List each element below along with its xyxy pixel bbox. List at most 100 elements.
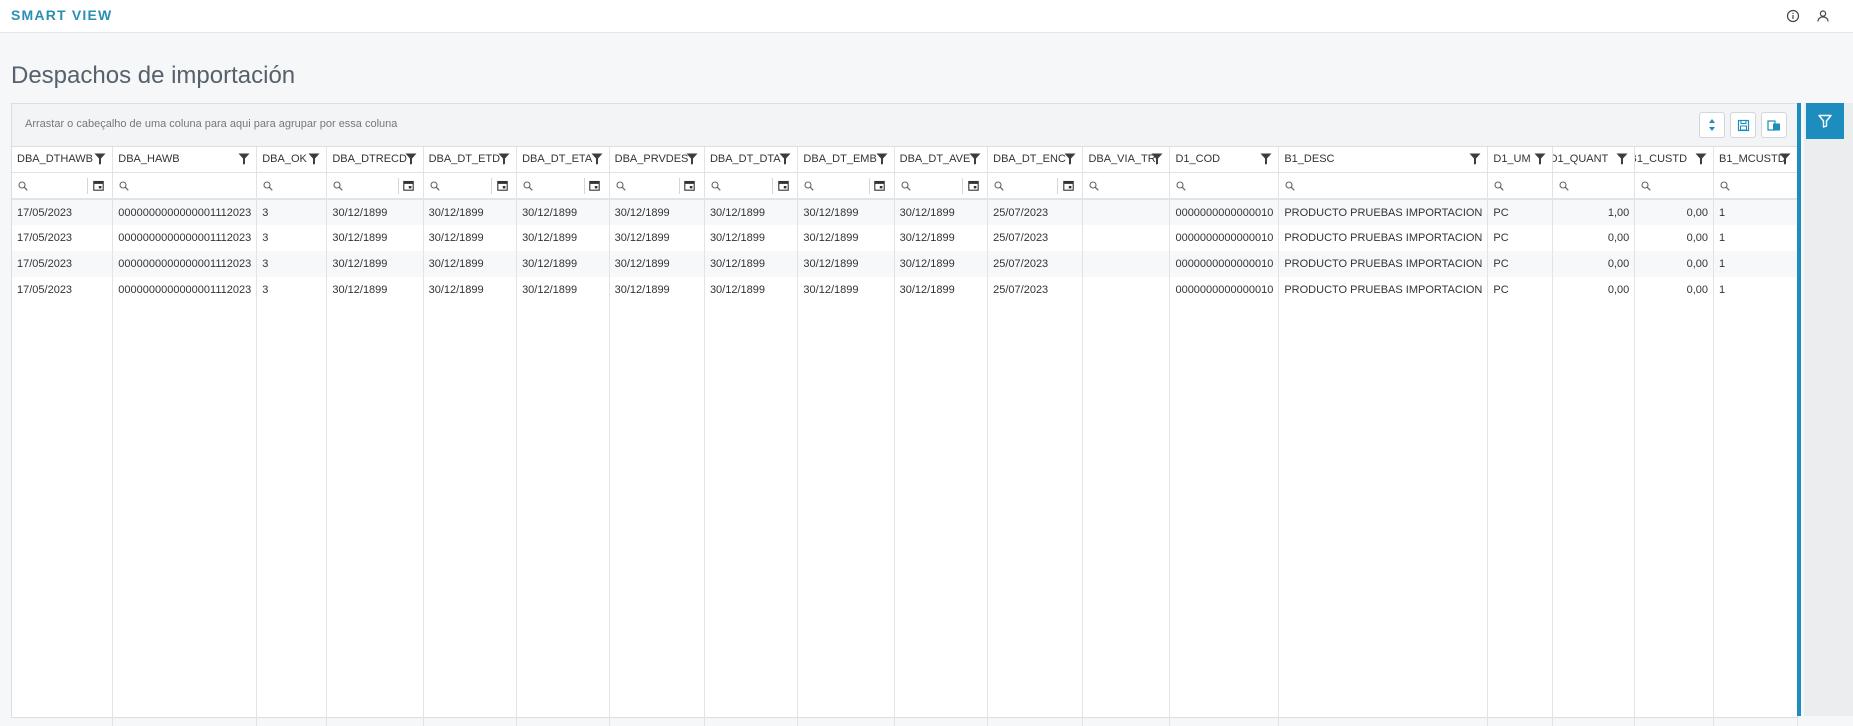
filter-cell[interactable] [516, 172, 610, 200]
column-header[interactable]: DBA_DTHAWB [12, 147, 114, 173]
filter-cell[interactable] [1487, 172, 1553, 200]
column-filter-icon[interactable] [1616, 153, 1628, 165]
table-cell: 0,00 [1634, 251, 1715, 277]
column-header[interactable]: B1_CUSTD [1634, 147, 1715, 173]
calendar-icon[interactable] [678, 177, 700, 194]
column-header[interactable]: B1_DESC [1278, 147, 1489, 173]
column-filter-icon[interactable] [779, 153, 791, 165]
calendar-icon[interactable] [397, 177, 419, 194]
search-icon [430, 180, 440, 191]
column-filter-icon[interactable] [1695, 153, 1707, 165]
table-row[interactable]: 17/05/2023 0000000000000001112023 3 30/12/1… [12, 277, 1798, 303]
column-header[interactable]: B1_MCUSTD [1713, 147, 1798, 173]
column-filter-icon[interactable] [94, 153, 106, 165]
column-header[interactable]: DBA_HAWB [112, 147, 258, 173]
column-filter-icon[interactable] [969, 153, 981, 165]
table-cell: PC [1487, 199, 1553, 225]
column-filter-icon[interactable] [1779, 153, 1791, 165]
column-filter-icon[interactable] [876, 153, 888, 165]
calendar-icon[interactable] [491, 177, 512, 194]
filter-cell[interactable] [1713, 172, 1798, 200]
column-filter-icon[interactable] [686, 153, 698, 165]
save-layout-button[interactable] [1730, 112, 1756, 138]
column-header[interactable]: DBA_DT_ETD [423, 147, 518, 173]
filter-cell[interactable] [894, 172, 989, 200]
filter-cell[interactable] [1169, 172, 1280, 200]
column-header[interactable]: DBA_DTRECD [326, 147, 424, 173]
column-filter-icon[interactable] [1151, 153, 1163, 165]
filter-cell[interactable] [1278, 172, 1489, 200]
export-button[interactable] [1761, 112, 1787, 138]
column-header[interactable]: DBA_OK [256, 147, 328, 173]
vertical-scrollbar[interactable] [1797, 103, 1801, 716]
column-filter-icon[interactable] [1469, 153, 1481, 165]
table-cell [1082, 277, 1171, 303]
filter-cell[interactable] [797, 172, 895, 200]
table-cell [1082, 251, 1171, 277]
filter-cell[interactable] [326, 172, 424, 200]
column-header[interactable]: DBA_DT_EMB [797, 147, 895, 173]
filter-cell[interactable] [609, 172, 705, 200]
filter-cell[interactable] [1082, 172, 1171, 200]
table-cell: 25/07/2023 [987, 199, 1084, 225]
filter-cell[interactable] [704, 172, 799, 200]
table-cell: 30/12/1899 [423, 199, 518, 225]
table-cell: PRODUCTO PRUEBAS IMPORTACION [1278, 251, 1489, 277]
column-header[interactable]: DBA_DT_ENC [987, 147, 1084, 173]
table-cell: PRODUCTO PRUEBAS IMPORTACION [1278, 277, 1489, 303]
info-icon[interactable] [1784, 7, 1802, 25]
column-header[interactable]: DBA_VIA_TR [1082, 147, 1171, 173]
column-filter-icon[interactable] [405, 153, 417, 165]
column-chooser-button[interactable] [1699, 112, 1725, 138]
table-cell: 30/12/1899 [326, 277, 424, 303]
column-header[interactable]: DBA_DT_DTA [704, 147, 799, 173]
column-header[interactable]: D1_COD [1169, 147, 1280, 173]
table-cell: 17/05/2023 [12, 199, 114, 225]
column-header[interactable]: D1_QUANT [1552, 147, 1636, 173]
filter-icon [1818, 114, 1832, 128]
table-cell: 25/07/2023 [987, 225, 1084, 251]
calendar-icon[interactable] [1057, 177, 1078, 194]
filter-cell[interactable] [12, 172, 114, 200]
filter-cell[interactable] [112, 172, 258, 200]
column-filter-icon[interactable] [1064, 153, 1076, 165]
column-filter-icon[interactable] [1260, 153, 1272, 165]
column-header[interactable]: DBA_PRVDES [609, 147, 705, 173]
table-cell: 0,00 [1634, 277, 1715, 303]
empty-cell [609, 303, 705, 726]
table-cell: 17/05/2023 [12, 225, 114, 251]
column-header[interactable]: DBA_DT_ETA [516, 147, 610, 173]
search-icon [263, 180, 273, 191]
column-header[interactable]: D1_UM [1487, 147, 1553, 173]
column-header-label: DBA_VIA_TR [1088, 153, 1156, 165]
search-icon [523, 180, 533, 191]
filter-panel-button[interactable] [1806, 103, 1844, 139]
filter-cell[interactable] [423, 172, 518, 200]
filter-cell[interactable] [256, 172, 328, 200]
calendar-icon[interactable] [583, 177, 605, 194]
calendar-icon[interactable] [868, 177, 890, 194]
search-icon [18, 180, 28, 191]
column-header[interactable]: DBA_DT_AVE [894, 147, 989, 173]
column-filter-icon[interactable] [1534, 153, 1546, 165]
group-panel[interactable]: Arrastar o cabeçalho de uma coluna para … [12, 104, 1798, 147]
column-filter-icon[interactable] [591, 153, 603, 165]
filter-cell[interactable] [987, 172, 1084, 200]
table-cell [1082, 199, 1171, 225]
calendar-icon[interactable] [87, 177, 108, 194]
calendar-icon[interactable] [772, 177, 793, 194]
filter-cell[interactable] [1634, 172, 1715, 200]
filter-cell[interactable] [1552, 172, 1636, 200]
user-icon[interactable] [1814, 7, 1832, 25]
search-icon [1641, 180, 1651, 191]
table-row[interactable]: 17/05/2023 0000000000000001112023 3 30/12/1… [12, 199, 1798, 225]
column-filter-icon[interactable] [238, 153, 250, 165]
table-cell: 30/12/1899 [704, 277, 799, 303]
side-panel [1804, 103, 1853, 716]
table-row[interactable]: 17/05/2023 0000000000000001112023 3 30/12/1… [12, 225, 1798, 251]
column-filter-icon[interactable] [308, 153, 320, 165]
table-cell: 30/12/1899 [609, 251, 705, 277]
column-filter-icon[interactable] [498, 153, 510, 165]
calendar-icon[interactable] [962, 177, 983, 194]
table-row[interactable]: 17/05/2023 0000000000000001112023 3 30/12/1… [12, 251, 1798, 277]
